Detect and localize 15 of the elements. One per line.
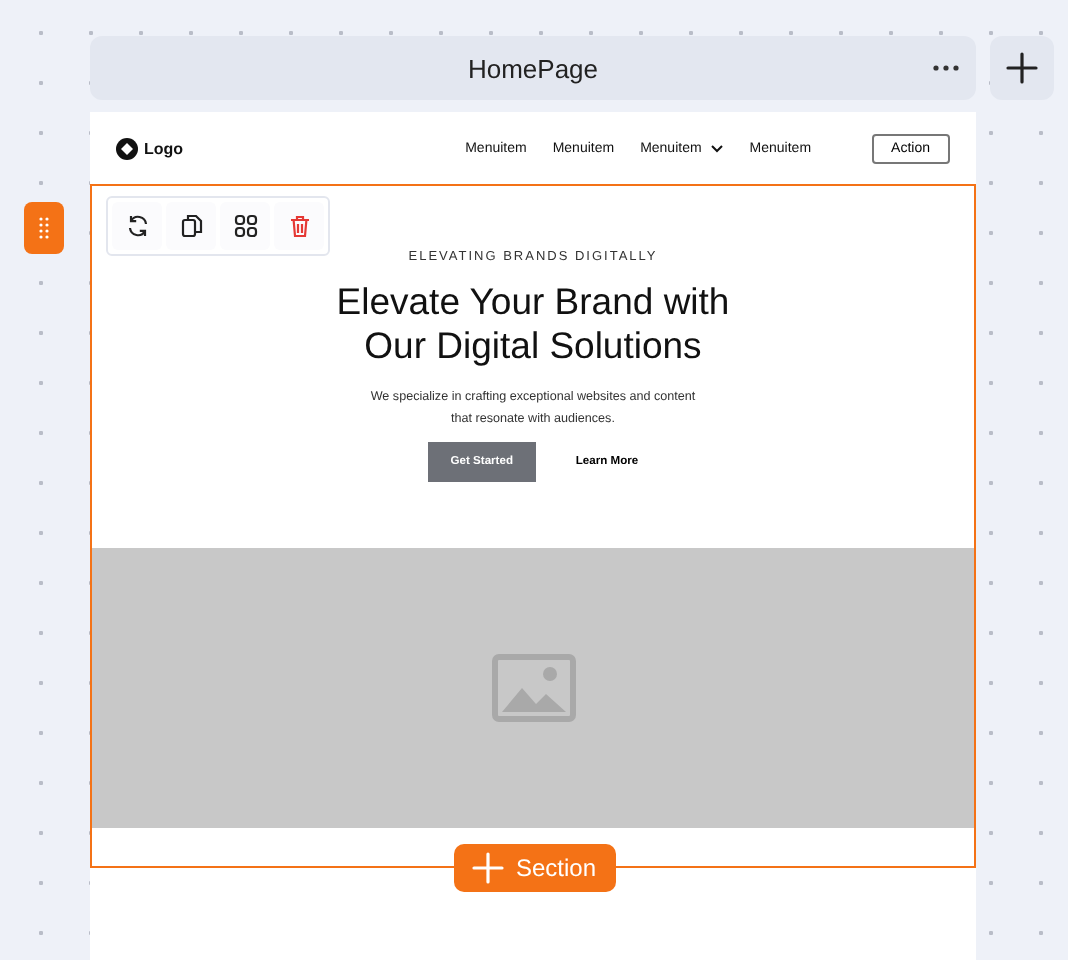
logo-icon xyxy=(116,137,138,159)
image-icon xyxy=(491,654,575,722)
replace-icon[interactable] xyxy=(112,202,162,250)
plus-icon xyxy=(472,852,504,884)
caret-icon xyxy=(709,143,724,153)
add-page-button[interactable] xyxy=(990,36,1054,100)
delete-icon[interactable] xyxy=(274,202,324,250)
hero-title: Elevate Your Brand with Our Digital Solutions xyxy=(336,280,730,368)
plus-icon xyxy=(1006,52,1038,84)
page-title: HomePage xyxy=(467,53,599,83)
duplicate-icon[interactable] xyxy=(166,202,216,250)
drag-handle[interactable] xyxy=(24,202,64,254)
grid-icon[interactable] xyxy=(220,202,270,250)
more-icon[interactable] xyxy=(932,64,960,72)
logo-text: Logo xyxy=(144,139,184,157)
